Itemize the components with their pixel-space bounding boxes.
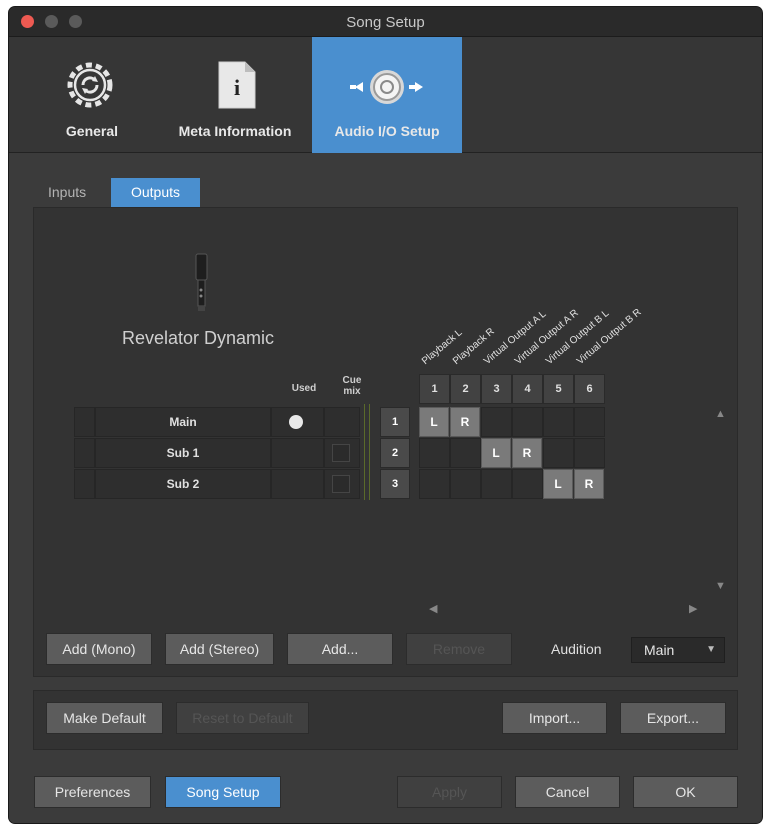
scroll-left-arrow-icon[interactable]: ◀ — [429, 602, 437, 615]
channel-cell[interactable] — [481, 407, 512, 437]
row-name: Sub 2 — [166, 477, 200, 491]
make-default-button[interactable]: Make Default — [46, 702, 163, 734]
category-meta-information-label: Meta Information — [178, 123, 292, 139]
device-name: Revelator Dynamic — [122, 328, 275, 348]
channel-assignment[interactable]: L — [543, 469, 573, 499]
row-used-cell[interactable] — [271, 438, 324, 468]
channel-cell[interactable] — [419, 469, 450, 499]
row-name: Sub 1 — [166, 446, 200, 460]
apply-button[interactable]: Apply — [397, 776, 502, 808]
channel-cell[interactable] — [512, 407, 543, 437]
column-number: 3 — [481, 374, 512, 404]
cue-mix-header: Cue mix — [342, 375, 362, 397]
export-button[interactable]: Export... — [620, 702, 726, 734]
channel-cell[interactable] — [512, 469, 543, 499]
category-bar: General i Meta Information Audio I/O Set… — [9, 37, 762, 153]
remove-button[interactable]: Remove — [406, 633, 512, 665]
channel-cell[interactable] — [481, 469, 512, 499]
category-general-label: General — [65, 123, 119, 139]
category-meta-information[interactable]: i Meta Information — [165, 37, 305, 153]
add-stereo-button[interactable]: Add (Stereo) — [165, 633, 274, 665]
level-divider — [364, 404, 370, 500]
channel-assignment[interactable]: R — [450, 407, 480, 437]
gear-refresh-icon — [67, 62, 113, 108]
channel-assignment[interactable]: L — [419, 407, 449, 437]
audition-select[interactable]: Main ▼ — [631, 637, 725, 663]
outputs-matrix-panel: Revelator Dynamic Playback L Playback R Vi… — [33, 207, 738, 677]
channel-cell[interactable] — [574, 438, 605, 468]
audition-label: Audition — [551, 641, 602, 657]
audio-io-panel: Inputs Outputs Revelator Dynamic Playbac… — [9, 154, 762, 823]
category-audio-io-setup-label: Audio I/O Setup — [334, 123, 440, 139]
channel-cell[interactable] — [450, 438, 481, 468]
row-number: 1 — [380, 407, 410, 437]
microphone-icon — [195, 253, 208, 311]
column-number: 6 — [574, 374, 605, 404]
row-name: Main — [169, 415, 197, 429]
tab-outputs[interactable]: Outputs — [111, 178, 200, 207]
channel-assignment[interactable]: R — [574, 469, 604, 499]
cue-mix-checkbox[interactable] — [332, 475, 350, 493]
row-handle[interactable] — [74, 407, 95, 437]
row-handle[interactable] — [74, 438, 95, 468]
song-setup-window: Song Setup General i Meta Information Au… — [9, 7, 762, 823]
used-indicator — [289, 415, 303, 429]
channel-assignment[interactable]: L — [481, 438, 511, 468]
window-title: Song Setup — [346, 14, 425, 31]
column-number: 1 — [419, 374, 450, 404]
chevron-down-icon: ▼ — [706, 644, 716, 655]
category-audio-io-setup[interactable]: Audio I/O Setup — [312, 37, 462, 153]
import-button[interactable]: Import... — [502, 702, 607, 734]
scroll-up-arrow-icon[interactable]: ▲ — [715, 408, 726, 420]
category-general[interactable]: General — [37, 37, 147, 153]
row-number: 3 — [380, 469, 410, 499]
cancel-button[interactable]: Cancel — [515, 776, 620, 808]
add-button[interactable]: Add... — [287, 633, 393, 665]
column-number: 5 — [543, 374, 574, 404]
channel-cell[interactable] — [419, 438, 450, 468]
preferences-button[interactable]: Preferences — [34, 776, 151, 808]
scroll-right-arrow-icon[interactable]: ▶ — [689, 602, 697, 615]
tab-inputs[interactable]: Inputs — [38, 178, 96, 207]
audio-io-icon — [350, 70, 423, 104]
used-header: Used — [291, 383, 317, 394]
cue-mix-checkbox[interactable] — [332, 444, 350, 462]
channel-cell[interactable] — [543, 438, 574, 468]
title-bar: Song Setup — [9, 7, 762, 37]
default-panel: Make Default Reset to Default Import... … — [33, 690, 738, 750]
reset-to-default-button[interactable]: Reset to Default — [176, 702, 309, 734]
row-used-cell[interactable] — [271, 469, 324, 499]
row-cuemix-cell — [324, 407, 360, 437]
channel-cell[interactable] — [450, 469, 481, 499]
channel-cell[interactable] — [574, 407, 605, 437]
row-number: 2 — [380, 438, 410, 468]
audition-value: Main — [644, 642, 675, 658]
row-handle[interactable] — [74, 469, 95, 499]
ok-button[interactable]: OK — [633, 776, 738, 808]
svg-text:i: i — [234, 75, 240, 100]
column-number: 4 — [512, 374, 543, 404]
info-document-icon: i — [218, 61, 256, 109]
add-mono-button[interactable]: Add (Mono) — [46, 633, 152, 665]
channel-cell[interactable] — [543, 407, 574, 437]
song-setup-button[interactable]: Song Setup — [165, 776, 281, 808]
scroll-down-arrow-icon[interactable]: ▼ — [715, 580, 726, 592]
channel-assignment[interactable]: R — [512, 438, 542, 468]
column-number: 2 — [450, 374, 481, 404]
